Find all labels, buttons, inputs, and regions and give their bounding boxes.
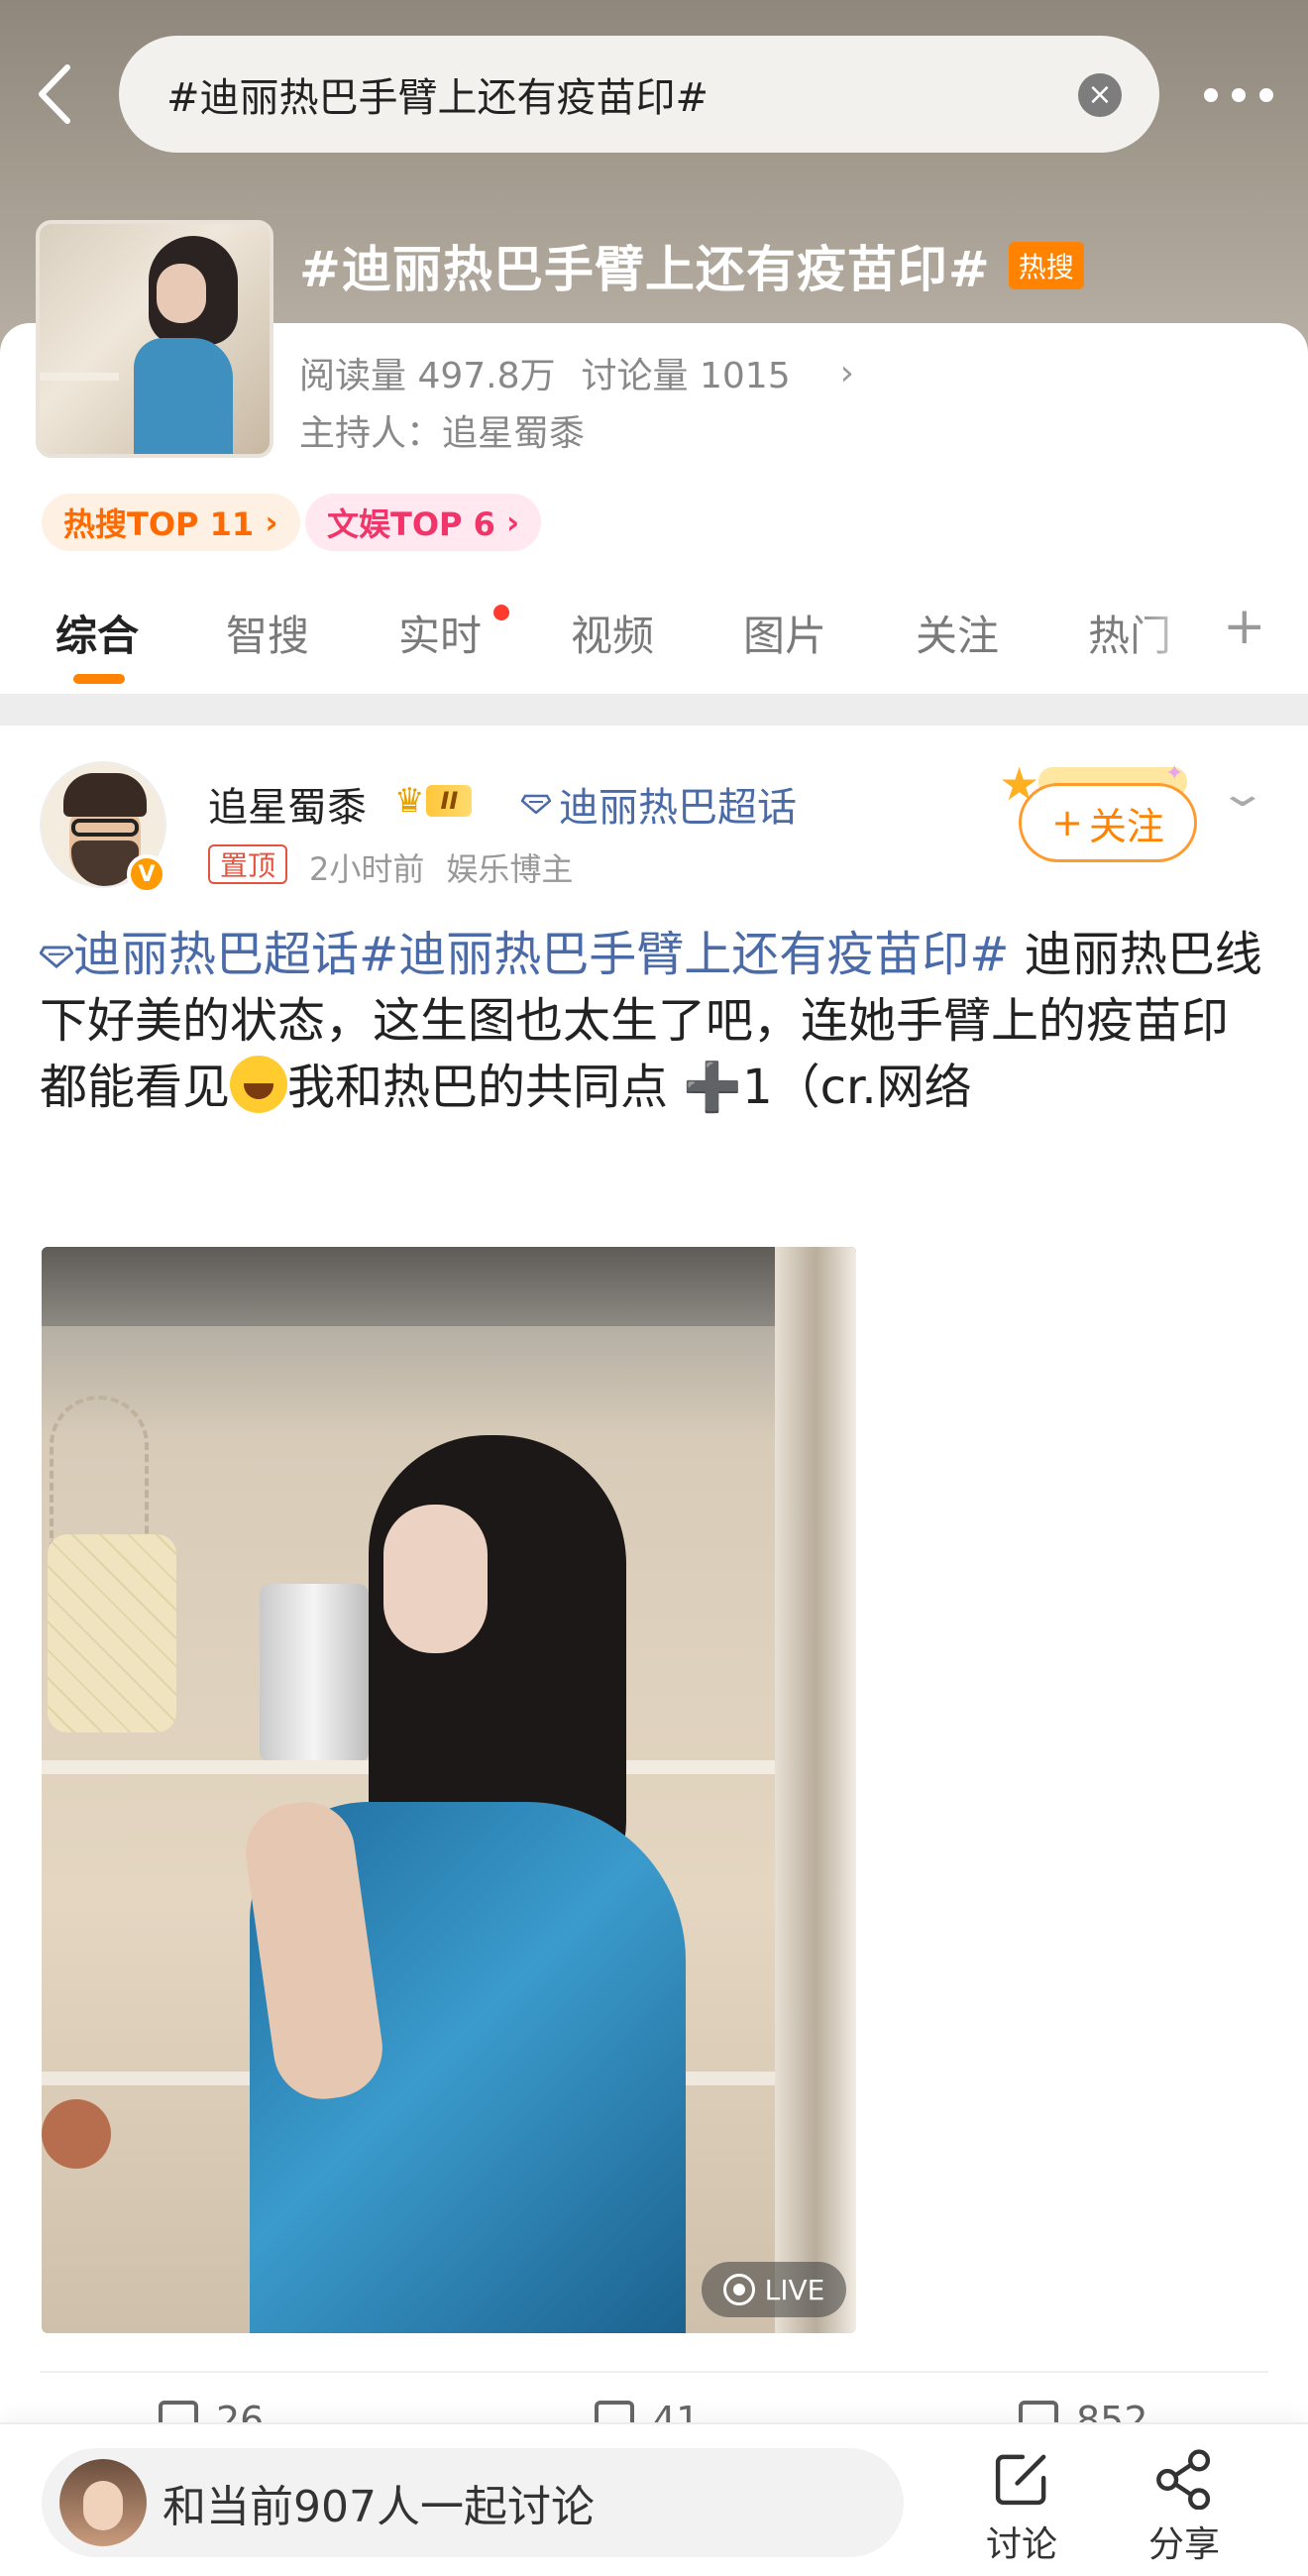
image-face bbox=[383, 1505, 488, 1653]
author-name[interactable]: 追星蜀黍 bbox=[208, 775, 367, 833]
discussion-label: 讨论量 bbox=[581, 356, 689, 396]
live-label: LIVE bbox=[764, 2273, 825, 2306]
hot-rank-label: 热搜TOP 11 bbox=[63, 505, 255, 543]
chevron-down-icon[interactable]: ⌄ bbox=[1217, 771, 1267, 815]
topic-host: 主持人：追星蜀黍 bbox=[299, 404, 585, 456]
new-content-dot bbox=[493, 605, 509, 620]
hot-search-rank-chip[interactable]: 热搜TOP 11 › bbox=[42, 494, 300, 551]
edit-icon bbox=[995, 2454, 1046, 2506]
image-bag-chain bbox=[50, 1396, 149, 1544]
discuss-prompt: 和当前907人一起讨论 bbox=[163, 2482, 595, 2532]
image-cake bbox=[42, 2099, 111, 2169]
discuss-label: 讨论 bbox=[985, 2524, 1057, 2565]
plus-icon: + bbox=[1051, 801, 1083, 844]
supertopic-link[interactable]: 迪丽热巴超话 bbox=[521, 775, 797, 833]
search-input[interactable]: #迪丽热巴手臂上还有疫苗印# × bbox=[119, 36, 1159, 153]
vip-level: II bbox=[426, 785, 473, 817]
post-body-3: ➕1（cr.网络 bbox=[683, 1060, 972, 1116]
tab-video[interactable]: 视频 bbox=[571, 603, 654, 663]
search-query-text: #迪丽热巴手臂上还有疫苗印# bbox=[166, 75, 709, 121]
discuss-button[interactable]: 讨论 bbox=[967, 2448, 1076, 2567]
bottom-bar: 和当前907人一起讨论 讨论 分享 bbox=[0, 2422, 1308, 2576]
follow-area: ★ ✦ + 关注 bbox=[995, 755, 1213, 874]
tab-following[interactable]: 关注 bbox=[916, 603, 999, 663]
chevron-left-icon bbox=[39, 64, 70, 124]
diamond-icon bbox=[39, 946, 74, 969]
host-label: 主持人： bbox=[299, 413, 443, 454]
reads-value: 497.8万 bbox=[417, 356, 556, 396]
topic-stats[interactable]: 阅读量 497.8万 讨论量 1015 › bbox=[299, 347, 854, 398]
live-photo-badge[interactable]: LIVE bbox=[702, 2262, 846, 2317]
topic-title: #迪丽热巴手臂上还有疫苗印# 热搜 bbox=[299, 230, 1084, 301]
supertopic-text-link[interactable]: 迪丽热巴超话 bbox=[39, 927, 360, 982]
active-tab-indicator bbox=[73, 674, 125, 684]
section-separator bbox=[0, 694, 1308, 726]
image-bag bbox=[48, 1534, 176, 1733]
back-button[interactable] bbox=[24, 59, 83, 129]
tab-comprehensive[interactable]: 综合 bbox=[55, 603, 139, 663]
discuss-input[interactable]: 和当前907人一起讨论 bbox=[42, 2448, 904, 2557]
thumb-face bbox=[157, 264, 206, 323]
image-stand bbox=[260, 1584, 369, 1762]
image-mirror-frame bbox=[775, 1247, 856, 2333]
tab-pictures[interactable]: 图片 bbox=[743, 603, 826, 663]
close-circle-icon[interactable]: × bbox=[1078, 73, 1122, 117]
host-name[interactable]: 追星蜀黍 bbox=[442, 413, 585, 454]
topic-text-link[interactable]: #迪丽热巴手臂上还有疫苗印# bbox=[359, 927, 1009, 982]
dot bbox=[1259, 88, 1273, 102]
live-icon bbox=[722, 2274, 755, 2305]
follow-button[interactable]: + 关注 bbox=[1019, 783, 1197, 862]
thumb-shelf bbox=[40, 373, 119, 381]
supertopic-name: 迪丽热巴超话 bbox=[559, 785, 797, 831]
post-image[interactable] bbox=[42, 1247, 856, 2333]
topic-title-text: #迪丽热巴手臂上还有疫苗印# bbox=[299, 241, 991, 298]
tab-smart-search[interactable]: 智搜 bbox=[226, 603, 309, 663]
post-meta: 2小时前 娱乐博主 bbox=[309, 844, 573, 890]
crown-icon: ♛ bbox=[394, 781, 425, 821]
thumb-dress bbox=[134, 338, 233, 454]
dot bbox=[1204, 88, 1218, 102]
dot bbox=[1232, 88, 1246, 102]
post-time: 2小时前 bbox=[309, 850, 425, 888]
more-dots-icon[interactable] bbox=[1194, 65, 1283, 125]
sparkle-icon: ✦ bbox=[1165, 761, 1184, 786]
add-tab-icon[interactable]: + bbox=[1223, 597, 1266, 656]
tab-realtime[interactable]: 实时 bbox=[398, 603, 482, 663]
post-body-2: 我和热巴的共同点 bbox=[287, 1060, 669, 1116]
tab-bar: 综合 智搜 实时 视频 图片 关注 热门 + bbox=[0, 595, 1308, 694]
avatar-hair bbox=[63, 773, 147, 817]
avatar-glasses bbox=[71, 819, 139, 837]
pinned-badge: 置顶 bbox=[208, 844, 288, 884]
discussion-stat: 讨论量 1015 bbox=[582, 347, 791, 398]
image-shelf-top bbox=[42, 1247, 856, 1326]
entertainment-rank-chip[interactable]: 文娱TOP 6 › bbox=[305, 494, 542, 551]
action-divider bbox=[40, 2371, 1268, 2373]
hot-badge: 热搜 bbox=[1008, 242, 1084, 289]
chevron-right-icon: › bbox=[839, 352, 855, 393]
diamond-icon bbox=[521, 794, 551, 814]
vip-badge[interactable]: ♛ II bbox=[394, 781, 505, 821]
verified-icon: V bbox=[127, 854, 166, 894]
discussion-value: 1015 bbox=[700, 356, 791, 396]
supertopic-text: 迪丽热巴超话 bbox=[73, 927, 360, 982]
share-label: 分享 bbox=[1147, 2524, 1220, 2565]
share-button[interactable]: 分享 bbox=[1130, 2448, 1239, 2567]
follow-label: 关注 bbox=[1088, 804, 1164, 848]
reads-label: 阅读量 bbox=[299, 356, 407, 396]
share-icon bbox=[1156, 2449, 1211, 2510]
user-avatar bbox=[59, 2459, 147, 2546]
laughing-emoji-icon bbox=[230, 1056, 288, 1114]
topic-thumbnail[interactable] bbox=[36, 220, 273, 458]
reads-stat: 阅读量 497.8万 bbox=[299, 347, 556, 398]
post-text: 迪丽热巴超话#迪丽热巴手臂上还有疫苗印# 迪丽热巴线下好美的状态，这生图也太生了… bbox=[39, 922, 1268, 1122]
author-tag: 娱乐博主 bbox=[446, 850, 574, 888]
ent-rank-label: 文娱TOP 6 bbox=[327, 505, 495, 543]
